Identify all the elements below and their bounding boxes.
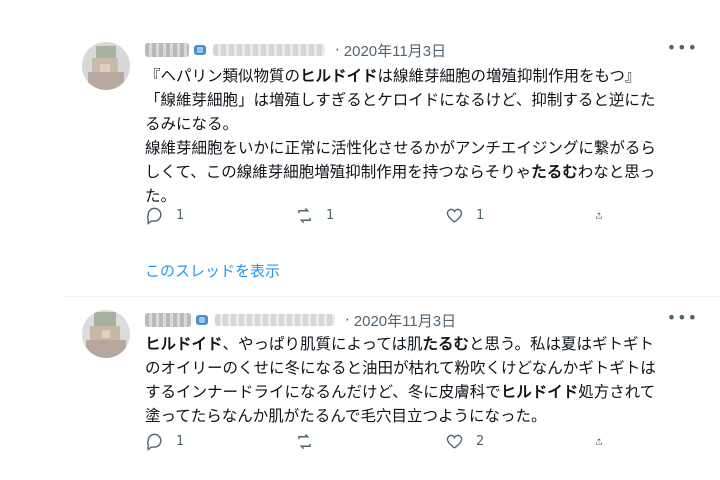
highlighted-keyword: たるむ bbox=[422, 335, 469, 353]
retweet-icon bbox=[298, 433, 311, 450]
tweet-text-line: 「線維芽細胞」は増殖しすぎるとケロイドになるけど、抑制すると逆にた bbox=[145, 88, 700, 112]
text-segment: た。 bbox=[145, 187, 177, 205]
share-icon bbox=[596, 438, 602, 445]
tweet-actions: 1 2 bbox=[145, 432, 615, 451]
author-name-redacted[interactable] bbox=[145, 43, 189, 57]
tweet-text: 『ヘパリン類似物質のヒルドイドは線維芽細胞の増殖抑制作用をもつ』「線維芽細胞」は… bbox=[145, 64, 700, 208]
text-segment: 塗ってたらなんか肌がたるんで毛穴目立つようになった。 bbox=[145, 407, 547, 425]
text-segment: するインナードライになるんだけど、冬に皮膚科で bbox=[145, 383, 501, 401]
separator-dot: · bbox=[335, 41, 340, 59]
separator-dot: · bbox=[345, 311, 350, 329]
author-handle-redacted[interactable] bbox=[213, 44, 325, 56]
text-segment: 「線維芽細胞」は増殖しすぎるとケロイドになるけど、抑制すると逆にた bbox=[145, 91, 656, 109]
text-segment: しくて、この線維芽細胞増殖抑制作用を持つならそりゃ bbox=[145, 163, 532, 181]
more-icon[interactable]: ••• bbox=[667, 308, 698, 327]
tweet-text-line: 線維芽細胞をいかに正常に活性化させるかがアンチエイジングに繋がるら bbox=[145, 136, 700, 160]
more-icon[interactable]: ••• bbox=[667, 38, 698, 57]
retweet-button[interactable]: 1 bbox=[295, 206, 445, 225]
reply-button[interactable]: 1 bbox=[145, 206, 295, 225]
reply-icon bbox=[147, 433, 162, 451]
highlighted-keyword: ヒルドイド bbox=[500, 383, 579, 401]
tweet-text-line: のオイリーのくせに冬になると油田が枯れて粉吹くけどなんかギトギトは bbox=[145, 356, 700, 380]
tweet-text-line: するインナードライになるんだけど、冬に皮膚科でヒルドイド処方されて bbox=[145, 380, 700, 404]
verified-like-badge-icon bbox=[194, 45, 206, 55]
like-button[interactable]: 1 bbox=[445, 206, 595, 225]
tweet-text-line: しくて、この線維芽細胞増殖抑制作用を持つならそりゃたるむわなと思っ bbox=[145, 160, 700, 184]
like-icon bbox=[446, 434, 463, 449]
text-segment: 『ヘパリン類似物質の bbox=[145, 67, 301, 85]
tweet-text: ヒルドイド、やっぱり肌質によっては肌たるむと思う。私は夏はギトギト のオイリーのく… bbox=[145, 332, 700, 428]
retweet-icon bbox=[298, 207, 311, 224]
show-thread-link[interactable]: このスレッドを表示 bbox=[145, 260, 280, 281]
text-segment: 線維芽細胞をいかに正常に活性化させるかがアンチエイジングに繋がるら bbox=[145, 139, 656, 157]
share-icon bbox=[596, 212, 602, 219]
tweet-divider bbox=[65, 296, 720, 297]
tweet-text-line: 『ヘパリン類似物質のヒルドイドは線維芽細胞の増殖抑制作用をもつ』 bbox=[145, 64, 700, 88]
text-segment: 処方されて bbox=[578, 383, 656, 401]
highlighted-keyword: たるむ bbox=[531, 163, 578, 181]
highlighted-keyword: ヒルドイド bbox=[145, 335, 223, 353]
tweet-header: · 2020年11月3日 bbox=[145, 40, 446, 60]
author-handle-redacted[interactable] bbox=[215, 314, 335, 326]
highlighted-keyword: ヒルドイド bbox=[300, 67, 378, 85]
reply-icon bbox=[147, 207, 162, 225]
like-count: 1 bbox=[476, 208, 485, 223]
text-segment: わなと思っ bbox=[577, 163, 656, 181]
retweet-count: 1 bbox=[326, 208, 335, 223]
tweet-actions: 1 1 1 bbox=[145, 206, 615, 225]
tweet-header: · 2020年11月3日 bbox=[145, 310, 456, 330]
tweet[interactable]: · 2020年11月3日 ••• 『ヘパリン類似物質のヒルドイドは線維芽細胞の増… bbox=[0, 28, 720, 284]
tweet[interactable]: · 2020年11月3日 ••• ヒルドイド、やっぱり肌質によっては肌たるむと思… bbox=[0, 300, 720, 480]
tweet-date[interactable]: 2020年11月3日 bbox=[354, 310, 456, 331]
text-segment: のオイリーのくせに冬になると油田が枯れて粉吹くけどなんかギトギトは bbox=[145, 359, 656, 377]
text-segment: は線維芽細胞の増殖抑制作用をもつ』 bbox=[377, 67, 641, 85]
tweet-date[interactable]: 2020年11月3日 bbox=[344, 40, 446, 61]
avatar[interactable] bbox=[82, 42, 130, 90]
share-button[interactable] bbox=[595, 206, 615, 225]
verified-like-badge-icon bbox=[196, 315, 208, 325]
text-segment: るみになる。 bbox=[145, 115, 239, 133]
tweet-text-line: ヒルドイド、やっぱり肌質によっては肌たるむと思う。私は夏はギトギト bbox=[145, 332, 700, 356]
reply-button[interactable]: 1 bbox=[145, 432, 295, 451]
reply-count: 1 bbox=[176, 208, 185, 223]
like-button[interactable]: 2 bbox=[445, 432, 595, 451]
text-segment: 、やっぱり肌質によっては肌 bbox=[222, 335, 423, 353]
tweet-text-line: た。 bbox=[145, 184, 700, 208]
tweet-text-line: 塗ってたらなんか肌がたるんで毛穴目立つようになった。 bbox=[145, 404, 700, 428]
like-count: 2 bbox=[476, 434, 485, 449]
author-name-redacted[interactable] bbox=[145, 313, 191, 327]
avatar[interactable] bbox=[82, 310, 130, 358]
retweet-button[interactable] bbox=[295, 432, 445, 451]
like-icon bbox=[446, 208, 463, 223]
text-segment: と思う。私は夏はギトギト bbox=[468, 335, 655, 353]
share-button[interactable] bbox=[595, 432, 615, 451]
tweet-text-line: るみになる。 bbox=[145, 112, 700, 136]
reply-count: 1 bbox=[176, 434, 185, 449]
